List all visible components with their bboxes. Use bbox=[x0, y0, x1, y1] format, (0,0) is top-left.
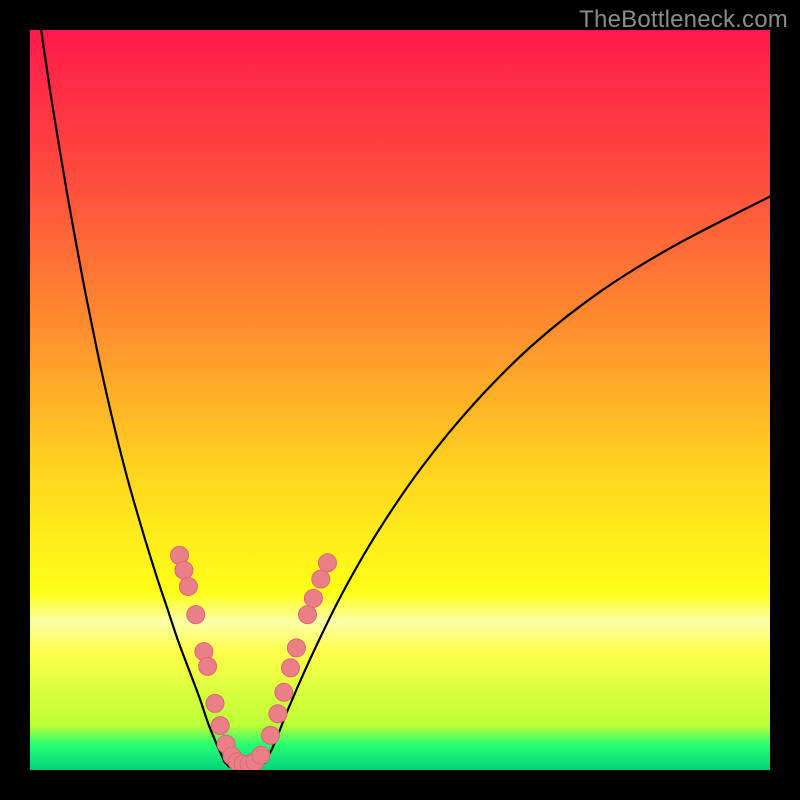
plot-area bbox=[30, 30, 770, 770]
measured-point bbox=[299, 606, 317, 624]
measured-point bbox=[252, 746, 270, 764]
measured-point bbox=[199, 657, 217, 675]
measured-point bbox=[206, 694, 224, 712]
measured-point bbox=[304, 589, 322, 607]
measured-point bbox=[211, 717, 229, 735]
measured-point bbox=[175, 561, 193, 579]
chart-svg bbox=[30, 30, 770, 770]
chart-stage: TheBottleneck.com bbox=[0, 0, 800, 800]
measured-point bbox=[287, 639, 305, 657]
measured-point bbox=[269, 705, 287, 723]
gradient-background bbox=[30, 30, 770, 770]
measured-point bbox=[179, 577, 197, 595]
measured-point bbox=[281, 659, 299, 677]
measured-point bbox=[318, 554, 336, 572]
measured-point bbox=[187, 606, 205, 624]
measured-point bbox=[312, 570, 330, 588]
measured-point bbox=[275, 683, 293, 701]
measured-point bbox=[262, 726, 280, 744]
